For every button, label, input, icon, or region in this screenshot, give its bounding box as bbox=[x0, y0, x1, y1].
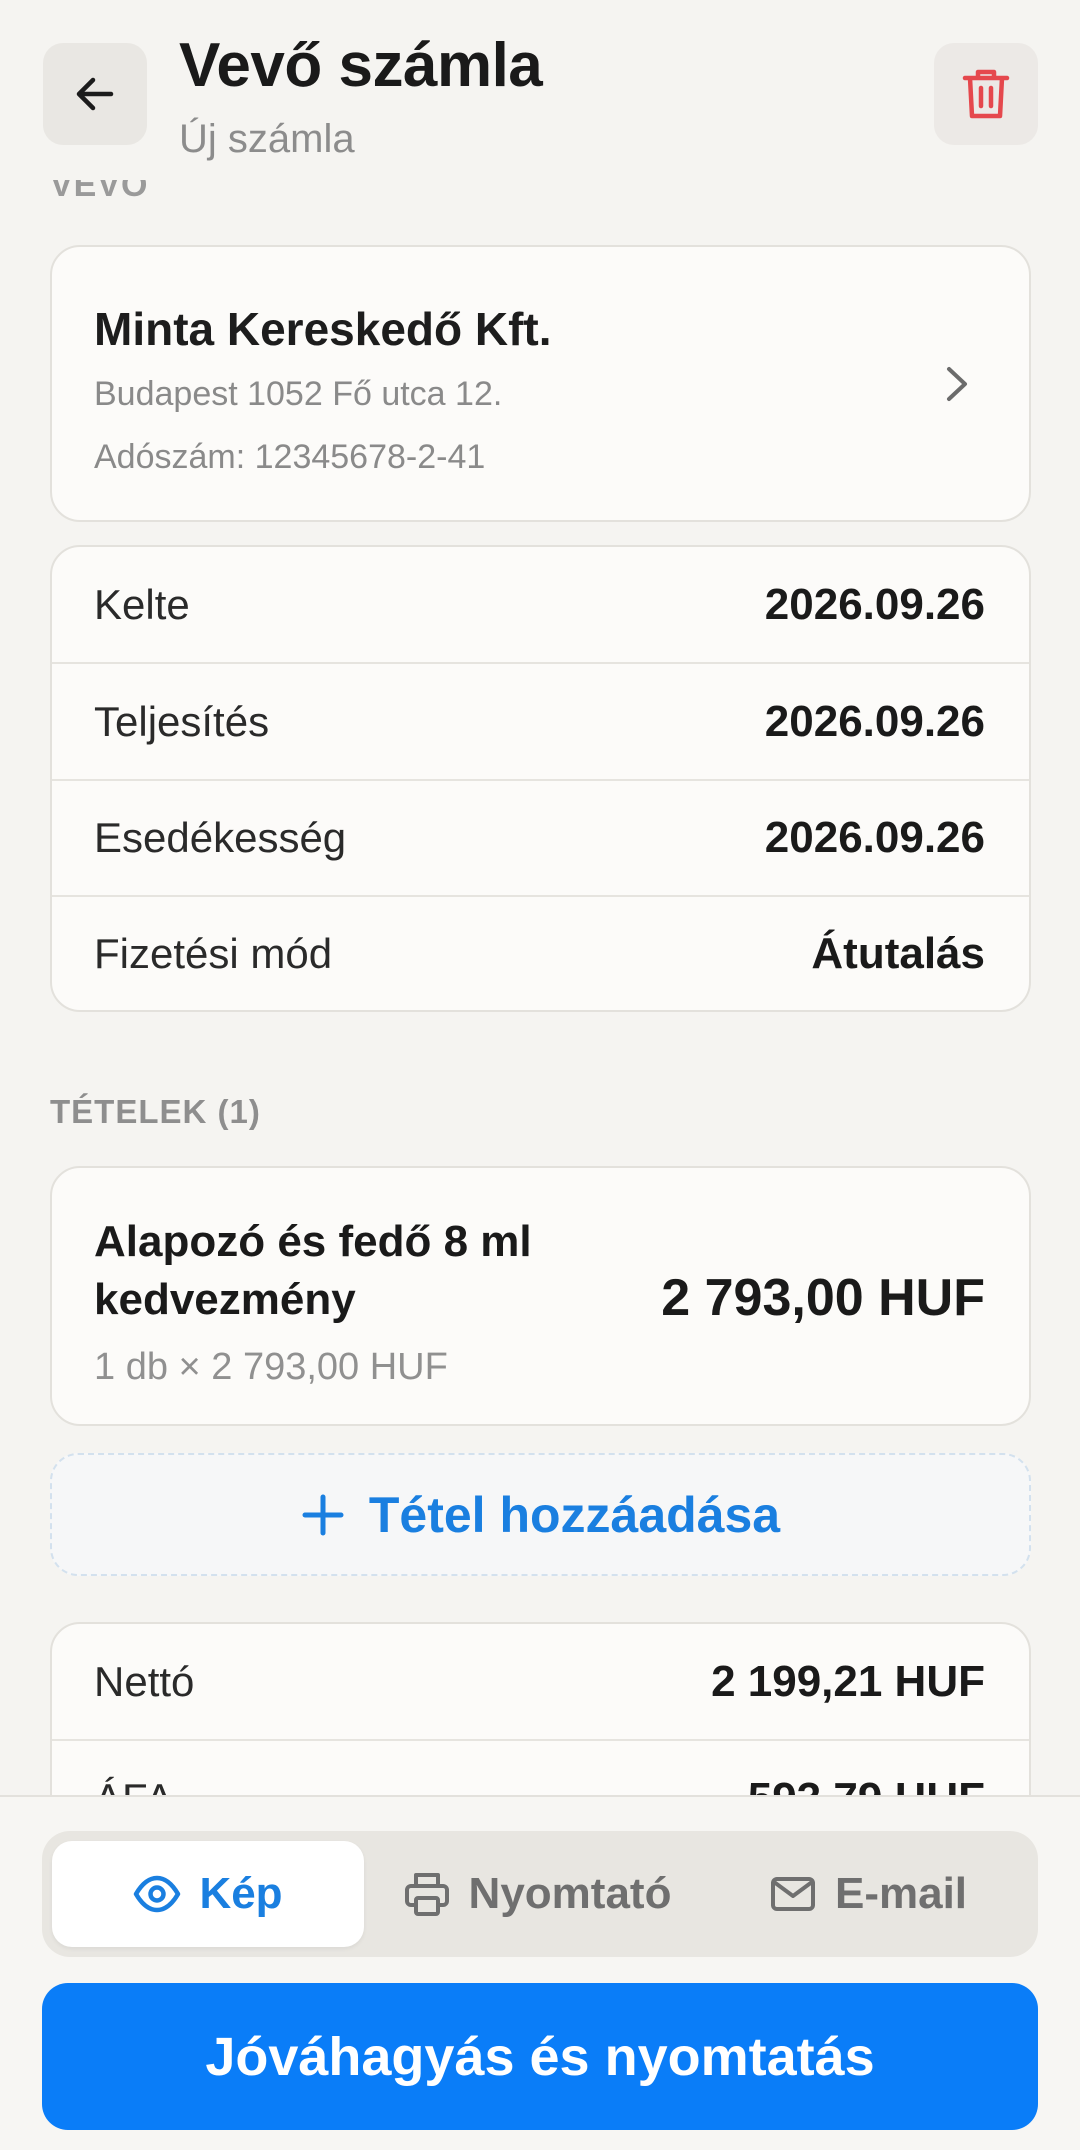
output-mode-email-label: E-mail bbox=[834, 1869, 968, 1918]
invoice-screen: VEVŐ Minta Kereskedő Kft. Budapest 1052 … bbox=[0, 0, 1080, 2150]
output-mode-image-label: Kép bbox=[199, 1869, 283, 1918]
fulfillment-date-label: Teljesítés bbox=[94, 698, 270, 745]
customer-tax-id: Adószám: 12345678-2-41 bbox=[94, 438, 486, 476]
net-total-row: Nettó 2 199,21 HUF bbox=[52, 1624, 1029, 1740]
payment-method-label: Fizetési mód bbox=[94, 930, 333, 977]
add-item-label: Tétel hozzáadása bbox=[368, 1486, 781, 1543]
items-section-title: TÉTELEK (1) bbox=[50, 1093, 261, 1130]
add-item-button[interactable]: Tétel hozzáadása bbox=[50, 1453, 1031, 1576]
net-total-value: 2 199,21 HUF bbox=[711, 1657, 985, 1706]
due-date-value: 2026.09.26 bbox=[764, 813, 985, 862]
due-date-label: Esedékesség bbox=[94, 814, 347, 861]
payment-method-value: Átutalás bbox=[811, 929, 985, 978]
delete-button[interactable] bbox=[934, 43, 1038, 145]
net-total-label: Nettó bbox=[94, 1658, 195, 1705]
due-date-row[interactable]: Esedékesség 2026.09.26 bbox=[52, 780, 1029, 896]
totals-card: Nettó 2 199,21 HUF ÁFA 593,79 HUF bbox=[50, 1622, 1031, 1795]
payment-method-row[interactable]: Fizetési mód Átutalás bbox=[52, 896, 1029, 1012]
vat-label: ÁFA bbox=[94, 1775, 173, 1795]
trash-icon bbox=[962, 69, 1010, 119]
fulfillment-date-value: 2026.09.26 bbox=[764, 697, 985, 746]
printer-icon bbox=[404, 1873, 449, 1916]
arrow-left-icon bbox=[76, 77, 114, 111]
customer-address: Budapest 1052 Fő utca 12. bbox=[94, 375, 503, 413]
approve-and-print-button[interactable]: Jóváhagyás és nyomtatás bbox=[42, 1983, 1038, 2130]
issue-date-row[interactable]: Kelte 2026.09.26 bbox=[52, 547, 1029, 663]
output-mode-image-tab[interactable]: Kép bbox=[52, 1841, 364, 1947]
approve-and-print-label: Jóváhagyás és nyomtatás bbox=[205, 2026, 875, 2087]
line-item-quantity: 1 db × 2 793,00 HUF bbox=[94, 1346, 448, 1388]
chevron-right-icon bbox=[947, 367, 967, 401]
invoice-details-card: Kelte 2026.09.26 Teljesítés 2026.09.26 E… bbox=[50, 545, 1031, 1012]
line-item-name: Alapozó és fedő 8 ml kedvezmény bbox=[94, 1217, 532, 1324]
issue-date-label: Kelte bbox=[94, 581, 190, 628]
output-mode-segmented-control: Kép Nyomtató E-mail bbox=[42, 1831, 1038, 1957]
eye-icon bbox=[134, 1875, 181, 1913]
vat-row: ÁFA 593,79 HUF bbox=[52, 1741, 1029, 1795]
line-item-total: 2 793,00 HUF bbox=[661, 1269, 985, 1327]
bottom-action-bar: Kép Nyomtató E-mail Jóváhagyás és nyomta… bbox=[0, 1795, 1080, 2150]
mail-icon bbox=[770, 1877, 815, 1911]
vat-value: 593,79 HUF bbox=[748, 1774, 985, 1795]
app-header: Vevő számla Új számla bbox=[0, 0, 1080, 180]
back-button[interactable] bbox=[43, 43, 147, 145]
page-subtitle: Új számla bbox=[179, 117, 355, 161]
fulfillment-date-row[interactable]: Teljesítés 2026.09.26 bbox=[52, 664, 1029, 780]
customer-name: Minta Kereskedő Kft. bbox=[94, 303, 552, 355]
issue-date-value: 2026.09.26 bbox=[764, 580, 985, 629]
scroll-content[interactable]: VEVŐ Minta Kereskedő Kft. Budapest 1052 … bbox=[0, 0, 1080, 1795]
customer-card[interactable]: Minta Kereskedő Kft. Budapest 1052 Fő ut… bbox=[50, 245, 1031, 522]
page-title: Vevő számla bbox=[179, 31, 543, 100]
output-mode-printer-tab[interactable]: Nyomtató bbox=[372, 1841, 702, 1947]
output-mode-email-tab[interactable]: E-mail bbox=[708, 1841, 1028, 1947]
plus-icon bbox=[302, 1494, 344, 1535]
line-item-card[interactable]: Alapozó és fedő 8 ml kedvezmény 1 db × 2… bbox=[50, 1166, 1031, 1426]
output-mode-printer-label: Nyomtató bbox=[468, 1869, 672, 1918]
